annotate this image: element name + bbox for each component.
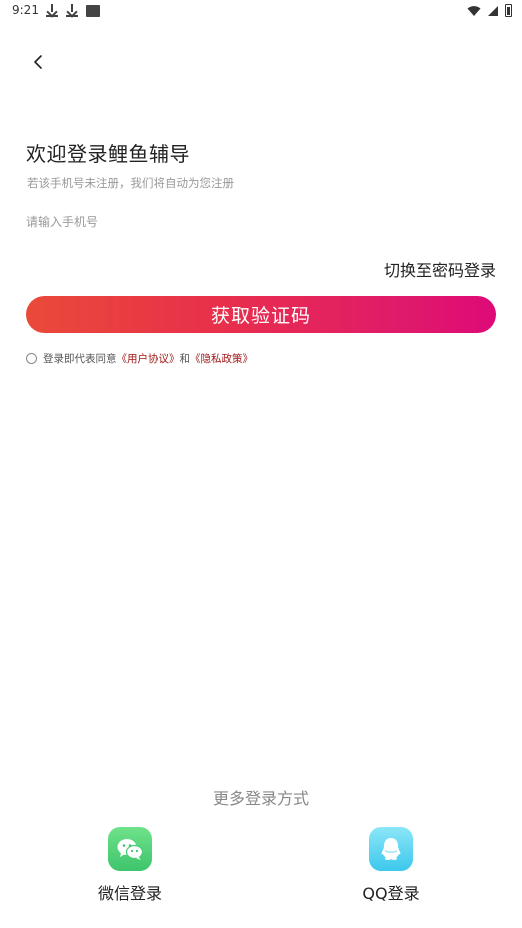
- status-time: 9:21: [12, 3, 39, 17]
- wifi-icon: [467, 5, 481, 16]
- wechat-login-label: 微信登录: [97, 884, 162, 903]
- chevron-left-icon: [34, 55, 42, 69]
- status-system-icons: [467, 4, 512, 17]
- more-login-title: 更多登录方式: [212, 789, 309, 808]
- wechat-login-button[interactable]: 微信登录: [70, 827, 190, 904]
- qq-login-label: QQ登录: [362, 884, 420, 903]
- qq-penguin-icon: [369, 827, 413, 871]
- page-subtitle: 若该手机号未注册，我们将自动为您注册: [27, 176, 234, 190]
- agreement-row: 登录即代表同意 《用户协议》 和 《隐私政策》: [26, 351, 253, 366]
- user-agreement-link[interactable]: 《用户协议》: [117, 351, 180, 366]
- qq-login-button[interactable]: QQ登录: [331, 827, 451, 904]
- battery-icon: [505, 4, 512, 17]
- agreement-prefix: 登录即代表同意: [43, 353, 117, 365]
- agreement-and: 和: [179, 353, 191, 365]
- phone-input[interactable]: [26, 208, 496, 236]
- status-notifications: A: [46, 4, 100, 18]
- switch-to-password-login-link[interactable]: 切换至密码登录: [384, 257, 496, 281]
- privacy-policy-link[interactable]: 《隐私政策》: [190, 351, 253, 366]
- get-code-button[interactable]: 获取验证码: [26, 296, 496, 333]
- download-icon: [46, 4, 60, 17]
- app-notification-icon: A: [86, 4, 100, 18]
- agreement-radio[interactable]: [26, 353, 37, 364]
- back-button[interactable]: [22, 46, 54, 78]
- download-icon: [66, 4, 80, 17]
- wechat-icon: [108, 827, 152, 871]
- status-bar: 9:21 A: [0, 0, 522, 22]
- page-title: 欢迎登录鲤鱼辅导: [26, 142, 190, 166]
- signal-icon: [488, 5, 498, 16]
